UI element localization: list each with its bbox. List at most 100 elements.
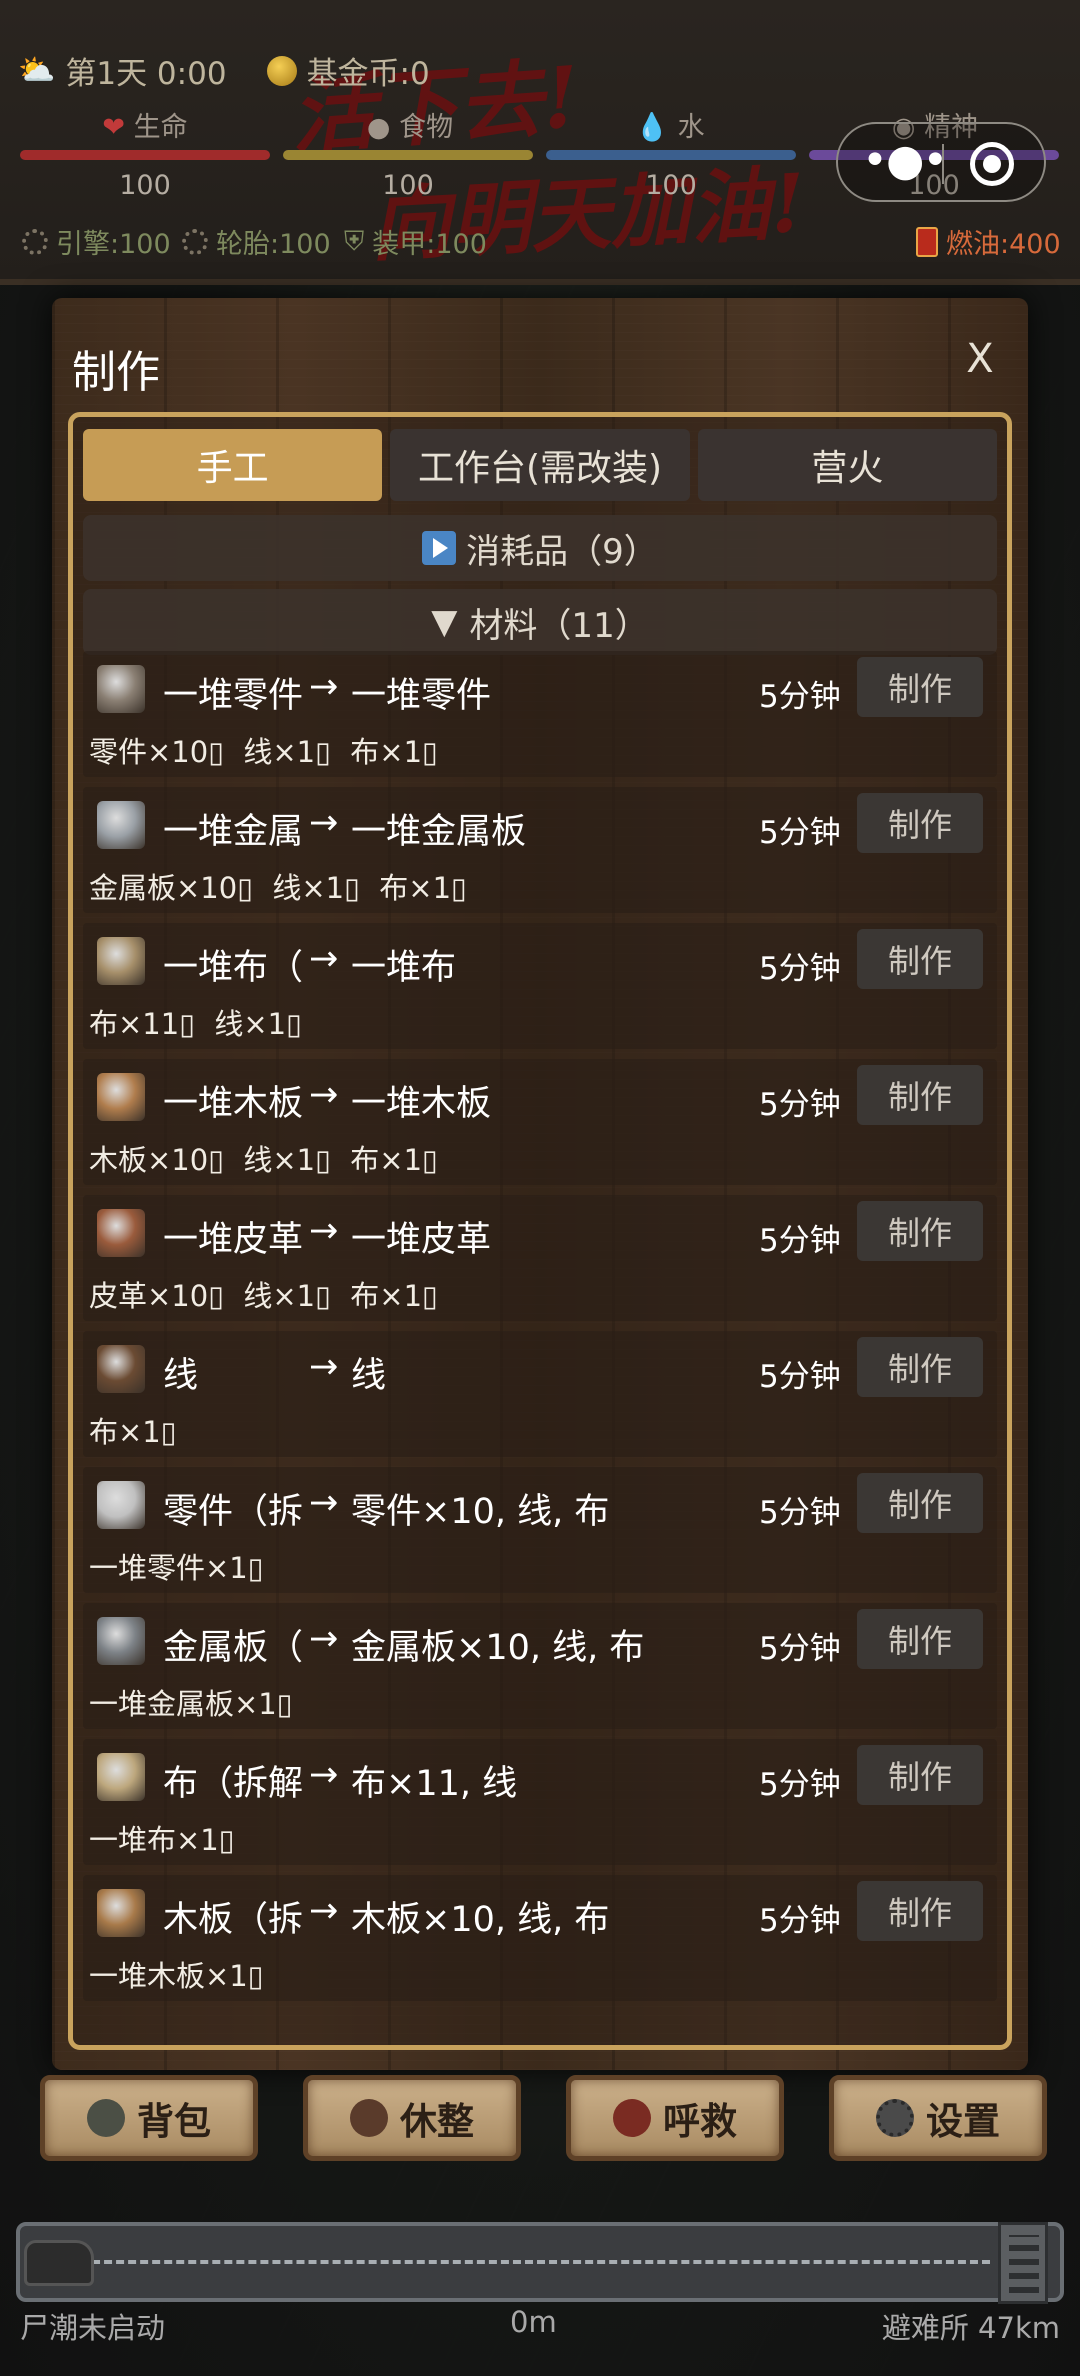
stat-label: 水: [677, 112, 705, 143]
craft-button[interactable]: 制作: [857, 793, 983, 853]
category-materials[interactable]: ▼ 材料（11）: [83, 589, 997, 655]
recipe-requirements: 零件×10▯ 线×1▯ 布×1▯: [89, 735, 439, 769]
craft-time: 5分钟: [759, 1767, 841, 1803]
button-label: 背包: [137, 2100, 211, 2143]
recipe-requirements: 一堆布×1▯: [89, 1823, 235, 1857]
dialog-title: 制作: [72, 347, 160, 398]
recipe-output: 金属板×10, 线, 布: [351, 1628, 645, 1668]
recipe-output: 零件×10, 线, 布: [351, 1492, 610, 1532]
sos-button[interactable]: 呼救: [566, 2075, 784, 2161]
arrow-right-icon: →: [309, 1075, 339, 1115]
recipe-name: 零件（拆: [163, 1492, 304, 1532]
road-dashes: [80, 2260, 990, 2264]
craft-time: 5分钟: [759, 1359, 841, 1395]
craft-time: 5分钟: [759, 1223, 841, 1259]
stat-food: ● 食物: [305, 105, 515, 145]
engine-icon: [22, 228, 48, 255]
recipe-name: 一堆金属: [163, 812, 304, 852]
recipe-output: 一堆皮革: [351, 1220, 492, 1260]
tires-stat: 轮胎:100: [182, 222, 331, 261]
tab-handcraft[interactable]: 手工: [83, 429, 383, 501]
recipe-name: 布（拆解: [163, 1764, 304, 1804]
craft-button[interactable]: 制作: [857, 1065, 983, 1125]
craft-button[interactable]: 制作: [857, 1337, 983, 1397]
arrow-right-icon: →: [309, 1891, 339, 1931]
car-icon: [24, 2240, 94, 2286]
craft-button[interactable]: 制作: [857, 1473, 983, 1533]
collapsed-arrow-icon: [422, 531, 457, 565]
fuel-stat: 燃油:400: [916, 222, 1061, 261]
armor-stat: ⛨ 装甲:100: [344, 225, 487, 261]
water-value: 100: [645, 170, 697, 201]
recipe-output: 一堆金属板: [351, 812, 527, 852]
recipe-requirements: 布×1▯: [89, 1415, 177, 1449]
button-label: 呼救: [663, 2100, 737, 2143]
craft-time: 5分钟: [759, 679, 841, 715]
water-bar: [546, 150, 796, 160]
crafting-tabs: 手工 工作台(需改装) 营火: [83, 429, 997, 501]
tab-workbench[interactable]: 工作台(需改装): [390, 429, 690, 501]
stat-label: 生命: [133, 112, 188, 143]
rest-button[interactable]: 休整: [303, 2075, 521, 2161]
craft-button[interactable]: 制作: [857, 657, 983, 717]
craft-time: 5分钟: [759, 1495, 841, 1531]
craft-button[interactable]: 制作: [857, 1745, 983, 1805]
recipe-item: 零件（拆 → 零件×10, 线, 布 5分钟 制作 一堆零件×1▯: [83, 1467, 997, 1593]
crafting-dialog: 制作 X 手工 工作台(需改装) 营火 消耗品（9） ▼ 材料（11） 一堆零件…: [52, 298, 1028, 2070]
weather-icon: ⛅: [18, 53, 56, 88]
crafting-content: 手工 工作台(需改装) 营火 消耗品（9） ▼ 材料（11） 一堆零件 → 一堆零件…: [68, 412, 1012, 2050]
recipe-name: 一堆布（: [163, 948, 304, 988]
craft-time: 5分钟: [759, 815, 841, 851]
recipe-requirements: 皮革×10▯ 线×1▯ 布×1▯: [89, 1279, 439, 1313]
planks-icon: [97, 1073, 145, 1121]
recipe-name: 木板（拆: [163, 1900, 304, 1940]
recipe-item: 木板（拆 → 木板×10, 线, 布 5分钟 制作 一堆木板×1▯: [83, 1875, 997, 2001]
stat-water: 💧 水: [565, 105, 775, 145]
category-label: 消耗品（9）: [466, 531, 658, 572]
recipe-name: 金属板（: [163, 1628, 304, 1668]
recipe-item: 一堆布（ → 一堆布 5分钟 制作 布×11▯ 线×1▯: [83, 923, 997, 1049]
settings-button[interactable]: 设置: [829, 2075, 1047, 2161]
recipe-requirements: 一堆金属板×1▯: [89, 1687, 293, 1721]
craft-button[interactable]: 制作: [857, 1609, 983, 1669]
recipe-item: 一堆皮革 → 一堆皮革 5分钟 制作 皮革×10▯ 线×1▯ 布×1▯: [83, 1195, 997, 1321]
close-miniprogram-icon[interactable]: [970, 142, 1014, 186]
backpack-button[interactable]: 背包: [40, 2075, 258, 2161]
backpack-icon: [87, 2099, 125, 2137]
rest-icon: [350, 2099, 388, 2137]
category-consumables[interactable]: 消耗品（9）: [83, 515, 997, 581]
capsule-divider: [942, 144, 944, 184]
food-value: 100: [382, 170, 434, 201]
shelter-distance: 避难所 47km: [881, 2311, 1060, 2345]
stat-life: ❤ 生命: [40, 105, 250, 145]
craft-button[interactable]: 制作: [857, 1201, 983, 1261]
recipe-requirements: 一堆木板×1▯: [89, 1959, 264, 1993]
heart-icon: ❤: [102, 112, 126, 143]
recipe-output: 布×11, 线: [351, 1764, 518, 1804]
craft-time: 5分钟: [759, 1631, 841, 1667]
gear-icon: [876, 2099, 914, 2137]
recipe-item: 线 → 线 5分钟 制作 布×1▯: [83, 1331, 997, 1457]
craft-button[interactable]: 制作: [857, 929, 983, 989]
coin-icon: [266, 55, 297, 86]
recipe-item: 金属板（ → 金属板×10, 线, 布 5分钟 制作 一堆金属板×1▯: [83, 1603, 997, 1729]
arrow-right-icon: →: [309, 803, 339, 843]
shield-icon: ⛨: [344, 225, 365, 257]
recipe-name: 一堆木板: [163, 1084, 304, 1124]
button-label: 休整: [400, 2100, 474, 2143]
arrow-right-icon: →: [309, 939, 339, 979]
tire-icon: [182, 228, 208, 255]
recipe-name: 线: [163, 1356, 199, 1396]
craft-button[interactable]: 制作: [857, 1881, 983, 1941]
distance-traveled: 0m: [510, 2305, 557, 2339]
tab-campfire[interactable]: 营火: [697, 429, 997, 501]
water-drop-icon: 💧: [635, 112, 670, 143]
miniprogram-capsule: •●•: [836, 122, 1046, 202]
arrow-right-icon: →: [309, 667, 339, 707]
recipe-requirements: 木板×10▯ 线×1▯ 布×1▯: [89, 1143, 439, 1177]
close-button[interactable]: X: [958, 336, 1002, 382]
more-icon[interactable]: •●•: [862, 138, 948, 188]
leather-icon: [97, 1209, 145, 1257]
category-label: 材料（11）: [469, 605, 649, 646]
expanded-arrow-icon: ▼: [431, 602, 458, 642]
